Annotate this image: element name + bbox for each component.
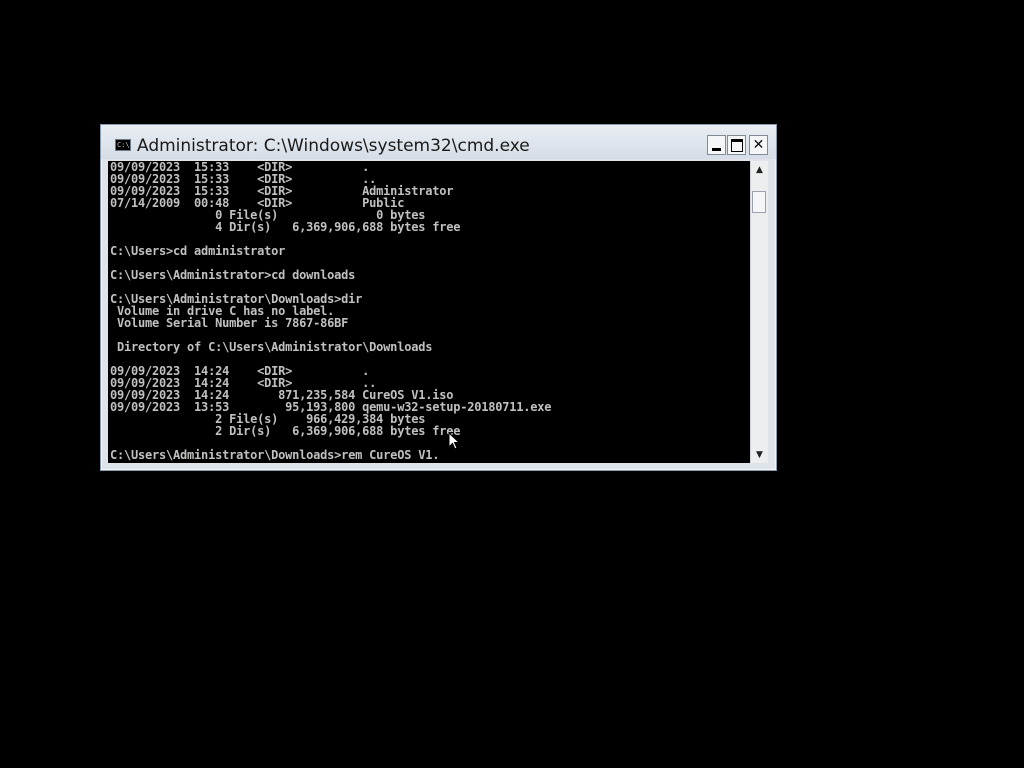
cmd-window[interactable]: C:\ Administrator: C:\Windows\system32\c… [100,124,777,471]
minimize-button[interactable] [707,135,726,155]
scroll-up-arrow-icon[interactable]: ▲ [751,161,768,178]
scroll-down-arrow-icon[interactable]: ▼ [751,446,768,463]
close-icon: ✕ [752,137,765,153]
maximize-icon [730,138,743,152]
console-line: C:\Users>cd administrator [110,244,286,258]
minimize-icon [712,148,721,151]
cmd-icon[interactable]: C:\ [115,139,131,151]
vertical-scrollbar[interactable]: ▲ ▼ [750,161,768,463]
console-line: Volume Serial Number is 7867-86BF [110,316,349,330]
window-title: Administrator: C:\Windows\system32\cmd.e… [137,136,530,156]
close-button[interactable]: ✕ [749,135,768,155]
console-output[interactable]: 09/09/2023 15:33 <DIR> . 09/09/2023 15:33… [108,161,750,463]
console-line: 2 Dir(s) 6,369,906,688 bytes free [110,424,461,438]
title-bar[interactable]: C:\ Administrator: C:\Windows\system32\c… [101,125,776,159]
scroll-thumb[interactable] [752,191,766,213]
console-text: 09/09/2023 15:33 <DIR> . 09/09/2023 15:33… [108,161,750,461]
desktop: C:\ Administrator: C:\Windows\system32\c… [0,0,1024,768]
console-line: C:\Users\Administrator>cd downloads [110,268,356,282]
console-line: 4 Dir(s) 6,369,906,688 bytes free [110,220,461,234]
console-line: C:\Users\Administrator\Downloads>rem Cur… [110,448,440,462]
maximize-button[interactable] [727,135,746,155]
console-line: Directory of C:\Users\Administrator\Down… [110,340,433,354]
